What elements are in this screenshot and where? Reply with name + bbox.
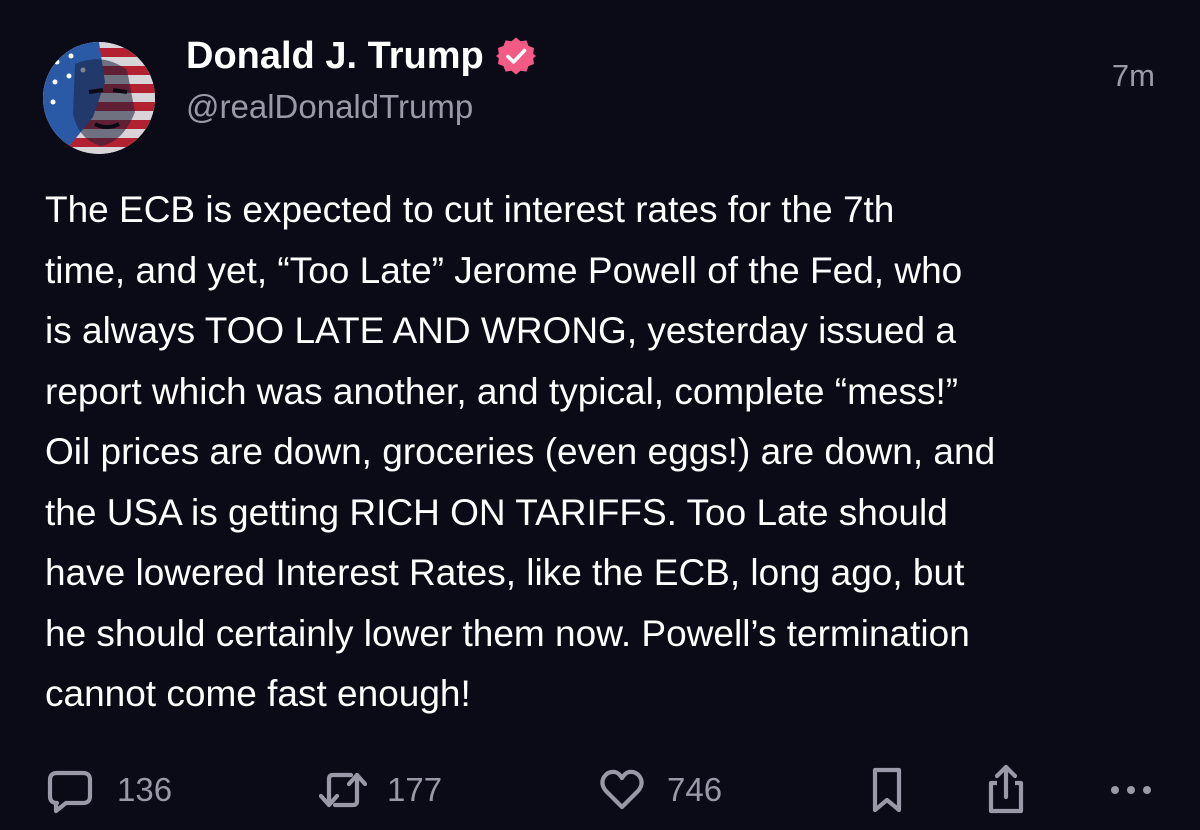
reply-count: 136 bbox=[117, 771, 173, 808]
repost-icon bbox=[315, 765, 371, 815]
avatar[interactable] bbox=[43, 42, 155, 154]
avatar-image bbox=[43, 42, 155, 154]
heart-icon bbox=[597, 765, 647, 815]
share-button[interactable] bbox=[983, 762, 1029, 818]
bookmark-button[interactable] bbox=[867, 762, 907, 818]
like-count: 746 bbox=[667, 771, 723, 808]
more-options-button[interactable] bbox=[1107, 762, 1155, 818]
author-display-name[interactable]: Donald J. Trump bbox=[186, 35, 484, 78]
post-body-text: The ECB is expected to cut interest rate… bbox=[45, 189, 996, 714]
post-actions-bar: 136 177 746 bbox=[45, 762, 1160, 818]
author-handle[interactable]: @realDonaldTrump bbox=[186, 88, 473, 126]
verified-badge-icon bbox=[495, 36, 536, 76]
reply-icon bbox=[45, 765, 95, 815]
post-timestamp[interactable]: 7m bbox=[1112, 58, 1155, 94]
like-button[interactable]: 746 bbox=[597, 762, 722, 818]
repost-count: 177 bbox=[387, 771, 443, 808]
share-icon bbox=[983, 763, 1029, 817]
bookmark-icon bbox=[867, 764, 907, 816]
author-name-row: Donald J. Trump bbox=[186, 34, 536, 78]
more-icon bbox=[1107, 780, 1155, 800]
post-card: Donald J. Trump @realDonaldTrump 7m The … bbox=[0, 0, 1200, 830]
reply-button[interactable]: 136 bbox=[45, 762, 172, 818]
repost-button[interactable]: 177 bbox=[315, 762, 442, 818]
